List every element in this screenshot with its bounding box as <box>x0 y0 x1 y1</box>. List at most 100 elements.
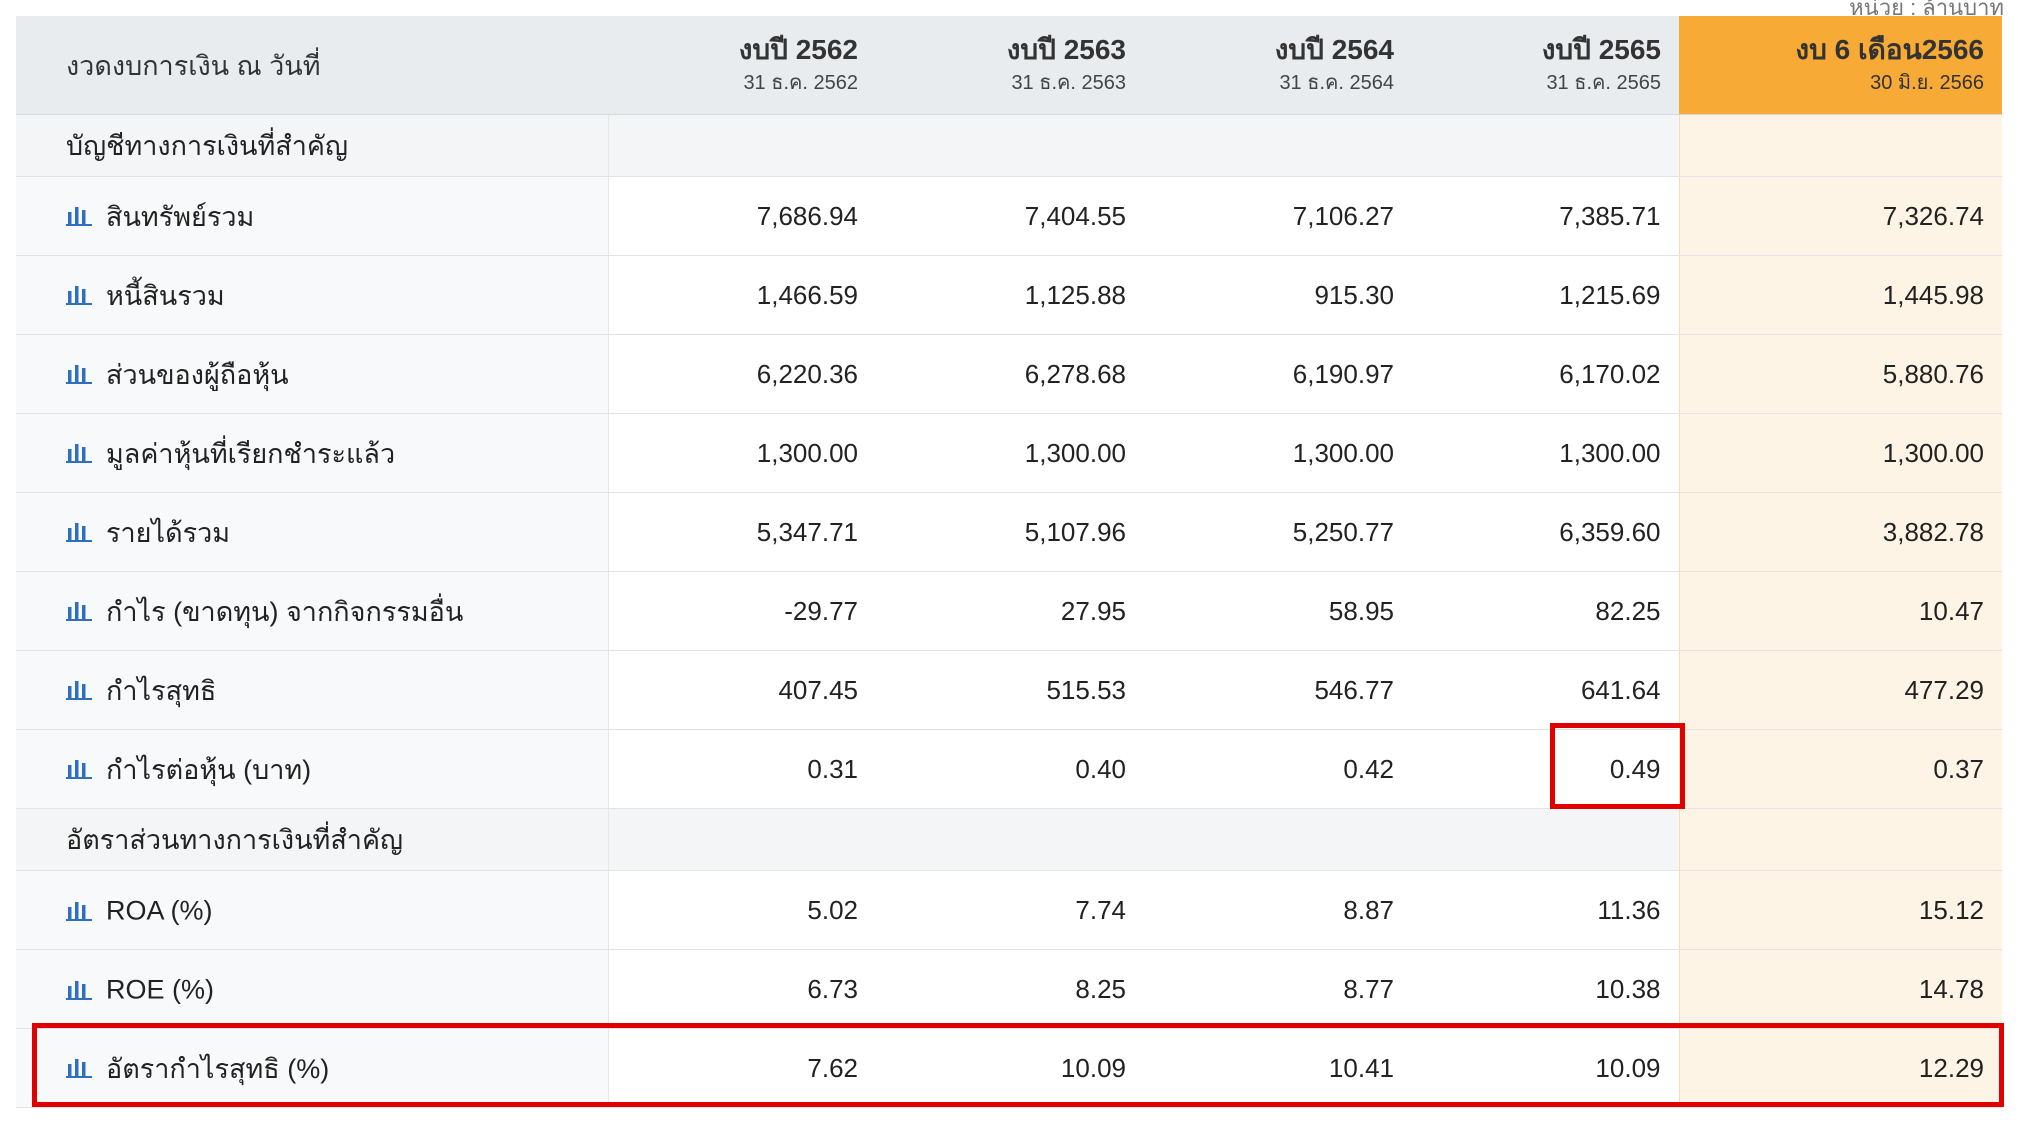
row-label-cell: ROA (%) <box>16 870 609 950</box>
table-row: กำไร (ขาดทุน) จากกิจกรรมอื่น -29.77 27.95 5… <box>16 571 2002 651</box>
value-cell: 0.49 <box>1412 729 1679 809</box>
bar-chart-icon[interactable] <box>66 281 92 305</box>
row-label: กำไรต่อหุ้น (บาท) <box>106 754 312 785</box>
value-cell: 5.02 <box>608 870 876 950</box>
value-cell: 1,445.98 <box>1678 255 2002 335</box>
table-header-row: งวดงบการเงิน ณ วันที่ งบปี 2562 31 ธ.ค. … <box>16 16 2002 115</box>
value-cell: 7,385.71 <box>1412 176 1679 256</box>
bar-chart-icon[interactable] <box>66 976 92 1000</box>
value-cell: 15.12 <box>1678 870 2002 950</box>
bar-chart-icon[interactable] <box>66 755 92 779</box>
value-cell: 7,106.27 <box>1144 176 1412 256</box>
bar-chart-icon[interactable] <box>66 897 92 921</box>
value-cell: 6.73 <box>608 949 876 1029</box>
value-cell: 7.74 <box>876 870 1144 950</box>
value-cell: 0.31 <box>608 729 876 809</box>
bar-chart-icon[interactable] <box>66 676 92 700</box>
row-label-cell: ROE (%) <box>16 949 609 1029</box>
table-row: รายได้รวม 5,347.71 5,107.96 5,250.77 6,359.6… <box>16 492 2002 572</box>
column-date: 31 ธ.ค. 2562 <box>743 72 858 94</box>
section-spacer-cell <box>1412 114 1679 177</box>
section-spacer-cell <box>1144 114 1412 177</box>
section-spacer-cell <box>608 114 876 177</box>
column-header-6m-2566: งบ 6 เดือน2566 30 มิ.ย. 2566 <box>1679 16 2002 115</box>
bar-chart-icon[interactable] <box>66 597 92 621</box>
value-cell: 5,250.77 <box>1144 492 1412 572</box>
value-cell: 11.36 <box>1412 870 1679 950</box>
value-cell: 0.40 <box>876 729 1144 809</box>
row-label: กำไร (ขาดทุน) จากกิจกรรมอื่น <box>106 596 464 627</box>
value-cell: 641.64 <box>1412 650 1679 730</box>
row-label-cell: กำไรสุทธิ <box>16 650 609 730</box>
column-header-2563: งบปี 2563 31 ธ.ค. 2563 <box>876 16 1144 115</box>
value-cell: 407.45 <box>608 650 876 730</box>
value-cell: 6,190.97 <box>1144 334 1412 414</box>
table-row: กำไรสุทธิ 407.45 515.53 546.77 641.64 477.29 <box>16 650 2002 730</box>
value-cell: 7,404.55 <box>876 176 1144 256</box>
section-spacer-cell <box>876 114 1144 177</box>
value-cell: 7,686.94 <box>608 176 876 256</box>
section-spacer-cell <box>1678 114 2002 177</box>
value-cell: 6,359.60 <box>1412 492 1679 572</box>
value-cell: 1,300.00 <box>876 413 1144 493</box>
section-title: บัญชีทางการเงินที่สำคัญ <box>16 114 609 177</box>
value-cell: -29.77 <box>608 571 876 651</box>
period-label-header: งวดงบการเงิน ณ วันที่ <box>16 16 608 115</box>
value-cell: 10.09 <box>1412 1028 1679 1108</box>
row-label-cell: ส่วนของผู้ถือหุ้น <box>16 334 609 414</box>
column-date: 31 ธ.ค. 2565 <box>1546 72 1661 94</box>
value-cell: 8.25 <box>876 949 1144 1029</box>
value-cell: 515.53 <box>876 650 1144 730</box>
column-title: งบปี 2564 <box>1274 34 1394 65</box>
column-title: งบ 6 เดือน2566 <box>1795 34 1984 65</box>
value-cell: 7.62 <box>608 1028 876 1108</box>
row-label-cell: อัตรากำไรสุทธิ (%) <box>16 1028 609 1108</box>
row-label: รายได้รวม <box>106 517 231 548</box>
value-cell: 3,882.78 <box>1678 492 2002 572</box>
table-row: หนี้สินรวม 1,466.59 1,125.88 915.30 1,215.69… <box>16 255 2002 335</box>
section-header-row: บัญชีทางการเงินที่สำคัญ <box>16 114 2002 177</box>
row-label: มูลค่าหุ้นที่เรียกชำระแล้ว <box>106 438 396 469</box>
row-label: หนี้สินรวม <box>106 280 225 311</box>
value-cell: 1,300.00 <box>1412 413 1679 493</box>
value-cell: 1,125.88 <box>876 255 1144 335</box>
row-label-cell: รายได้รวม <box>16 492 609 572</box>
value-cell: 0.42 <box>1144 729 1412 809</box>
table-row: ส่วนของผู้ถือหุ้น 6,220.36 6,278.68 6,190.9… <box>16 334 2002 414</box>
value-cell: 5,107.96 <box>876 492 1144 572</box>
bar-chart-icon[interactable] <box>66 1054 92 1078</box>
financial-table-container: งวดงบการเงิน ณ วันที่ งบปี 2562 31 ธ.ค. … <box>16 16 2002 1110</box>
column-date: 31 ธ.ค. 2564 <box>1279 72 1394 94</box>
table-row: ROA (%) 5.02 7.74 8.87 11.36 15.12 <box>16 870 2002 950</box>
section-spacer-cell <box>1412 808 1679 871</box>
value-cell: 8.87 <box>1144 870 1412 950</box>
value-cell: 1,466.59 <box>608 255 876 335</box>
table-row: มูลค่าหุ้นที่เรียกชำระแล้ว 1,300.00 1,300.… <box>16 413 2002 493</box>
financial-summary-table: งวดงบการเงิน ณ วันที่ งบปี 2562 31 ธ.ค. … <box>16 16 2002 1108</box>
row-label-cell: กำไรต่อหุ้น (บาท) <box>16 729 609 809</box>
column-title: งบปี 2563 <box>1006 34 1126 65</box>
value-cell: 1,215.69 <box>1412 255 1679 335</box>
row-label: อัตรากำไรสุทธิ (%) <box>106 1053 330 1084</box>
row-label-cell: มูลค่าหุ้นที่เรียกชำระแล้ว <box>16 413 609 493</box>
value-cell: 915.30 <box>1144 255 1412 335</box>
value-cell: 10.09 <box>876 1028 1144 1108</box>
column-title: งบปี 2562 <box>738 34 858 65</box>
bar-chart-icon[interactable] <box>66 518 92 542</box>
bar-chart-icon[interactable] <box>66 202 92 226</box>
section-header-row: อัตราส่วนทางการเงินที่สำคัญ <box>16 808 2002 871</box>
bar-chart-icon[interactable] <box>66 439 92 463</box>
column-header-2564: งบปี 2564 31 ธ.ค. 2564 <box>1144 16 1412 115</box>
table-row: อัตรากำไรสุทธิ (%) 7.62 10.09 10.41 10.09 12.… <box>16 1028 2002 1108</box>
bar-chart-icon[interactable] <box>66 360 92 384</box>
value-cell: 12.29 <box>1678 1028 2002 1108</box>
column-header-2565: งบปี 2565 31 ธ.ค. 2565 <box>1412 16 1679 115</box>
column-date: 31 ธ.ค. 2563 <box>1011 72 1126 94</box>
value-cell: 6,170.02 <box>1412 334 1679 414</box>
value-cell: 477.29 <box>1678 650 2002 730</box>
value-cell: 8.77 <box>1144 949 1412 1029</box>
value-cell: 0.37 <box>1678 729 2002 809</box>
value-cell: 10.41 <box>1144 1028 1412 1108</box>
row-label: สินทรัพย์รวม <box>106 201 255 232</box>
value-cell: 6,278.68 <box>876 334 1144 414</box>
